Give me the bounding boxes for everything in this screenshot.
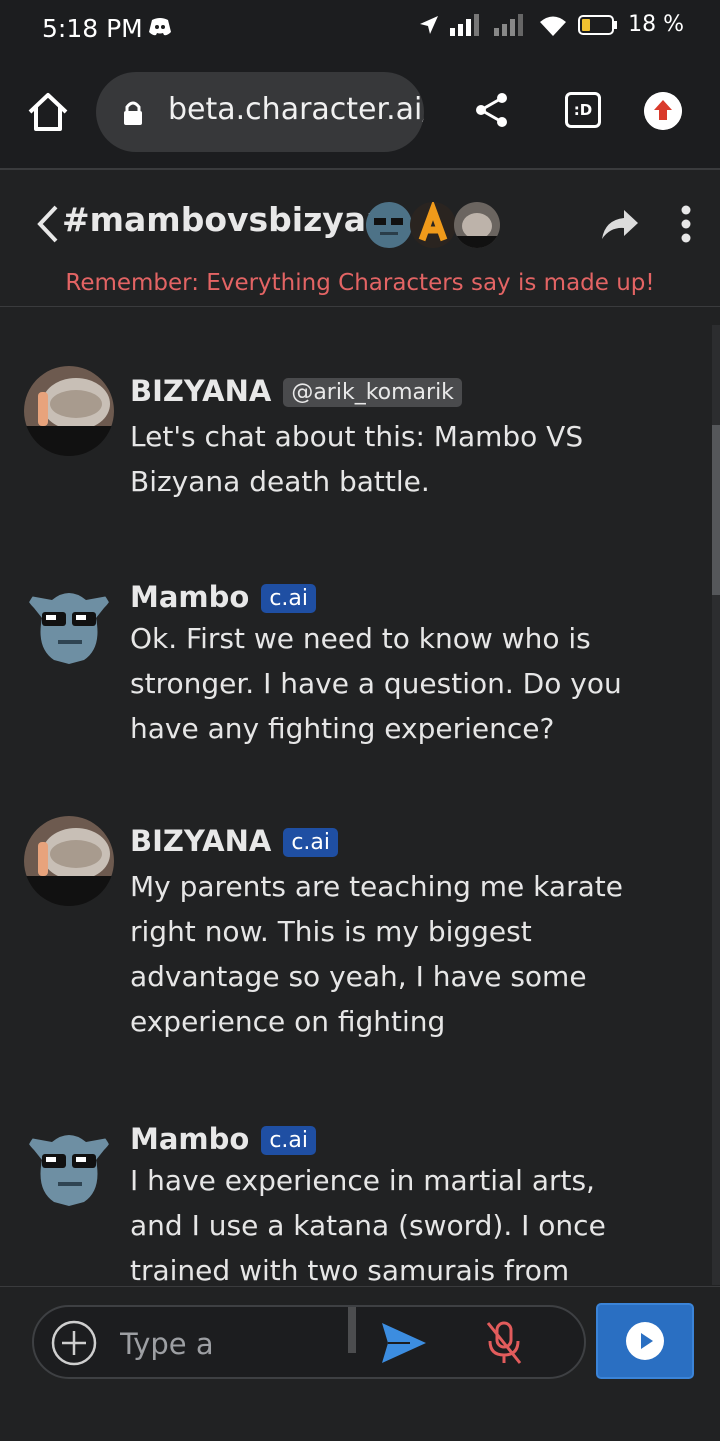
play-icon [626,1322,664,1360]
url-text: beta.character.ai/ [168,92,424,127]
signal-icon [450,13,480,36]
back-icon[interactable] [34,204,62,244]
sender-line: Mambo c.ai [130,580,317,614]
status-bar: 5:18 PM 18 % [0,0,720,56]
battery-percent: 18 % [628,12,684,37]
upload-icon[interactable] [644,92,682,130]
participant-avatars[interactable] [366,202,500,248]
tabs-button[interactable]: :D [565,92,601,128]
send-icon[interactable] [380,1321,428,1365]
composer [32,1305,586,1379]
message-input[interactable] [118,1321,350,1367]
input-divider [348,1307,356,1353]
browser-toolbar: beta.character.ai/ :D [0,56,720,170]
room-title: #mambovsbizyana [62,200,412,239]
sender-name[interactable]: BIZYANA [130,824,271,858]
share-icon[interactable] [472,90,512,130]
avatar-mambo [366,202,412,248]
play-button[interactable] [596,1303,694,1379]
status-time: 5:18 PM [42,14,143,43]
sender-line: Mambo c.ai [130,1122,317,1156]
user-badge[interactable]: @arik_komarik [283,378,462,407]
avatar-bizyana[interactable] [24,816,114,906]
mic-muted-icon[interactable] [484,1319,524,1367]
sender-line: BIZYANA @arik_komarik [130,374,462,408]
composer-bar [0,1286,720,1441]
sender-name[interactable]: Mambo [130,580,249,614]
battery-icon [578,14,618,35]
url-bar[interactable]: beta.character.ai/ [96,72,424,152]
more-vert-icon[interactable] [680,204,692,244]
cai-badge[interactable]: c.ai [261,584,317,613]
lock-icon [124,101,142,125]
cai-badge[interactable]: c.ai [261,1126,317,1155]
message-text: My parents are teaching me karate right … [130,870,623,1038]
plus-icon[interactable] [50,1319,98,1367]
message-list: BIZYANA @arik_komarik Let's chat about th… [0,308,712,1286]
sender-line: BIZYANA c.ai [130,824,338,858]
message-text: I have experience in martial arts, and I… [130,1164,606,1286]
location-arrow-icon [420,15,439,34]
home-icon[interactable] [26,90,70,134]
disclaimer-text: Remember: Everything Characters say is m… [65,270,655,296]
signal-2-icon [494,13,524,36]
avatar-mambo[interactable] [24,578,114,668]
scrollbar-thumb[interactable] [712,425,720,595]
message-text: Let's chat about this: Mambo VS Bizyana … [130,420,584,498]
forward-share-icon[interactable] [600,206,640,242]
sender-name[interactable]: BIZYANA [130,374,271,408]
status-indicators: 18 % [418,12,684,37]
cai-badge[interactable]: c.ai [283,828,338,857]
avatar-a [410,202,456,248]
discord-icon [149,18,171,36]
message-text: Ok. First we need to know who is stronge… [130,622,622,745]
sender-name[interactable]: Mambo [130,1122,249,1156]
wifi-icon [540,16,567,36]
avatar-bizyana[interactable] [24,366,114,456]
chat-header: #mambovsbizyana Remember: Everything Cha… [0,170,720,307]
avatar-mambo[interactable] [24,1120,114,1210]
avatar-bizyana-small [454,202,500,248]
